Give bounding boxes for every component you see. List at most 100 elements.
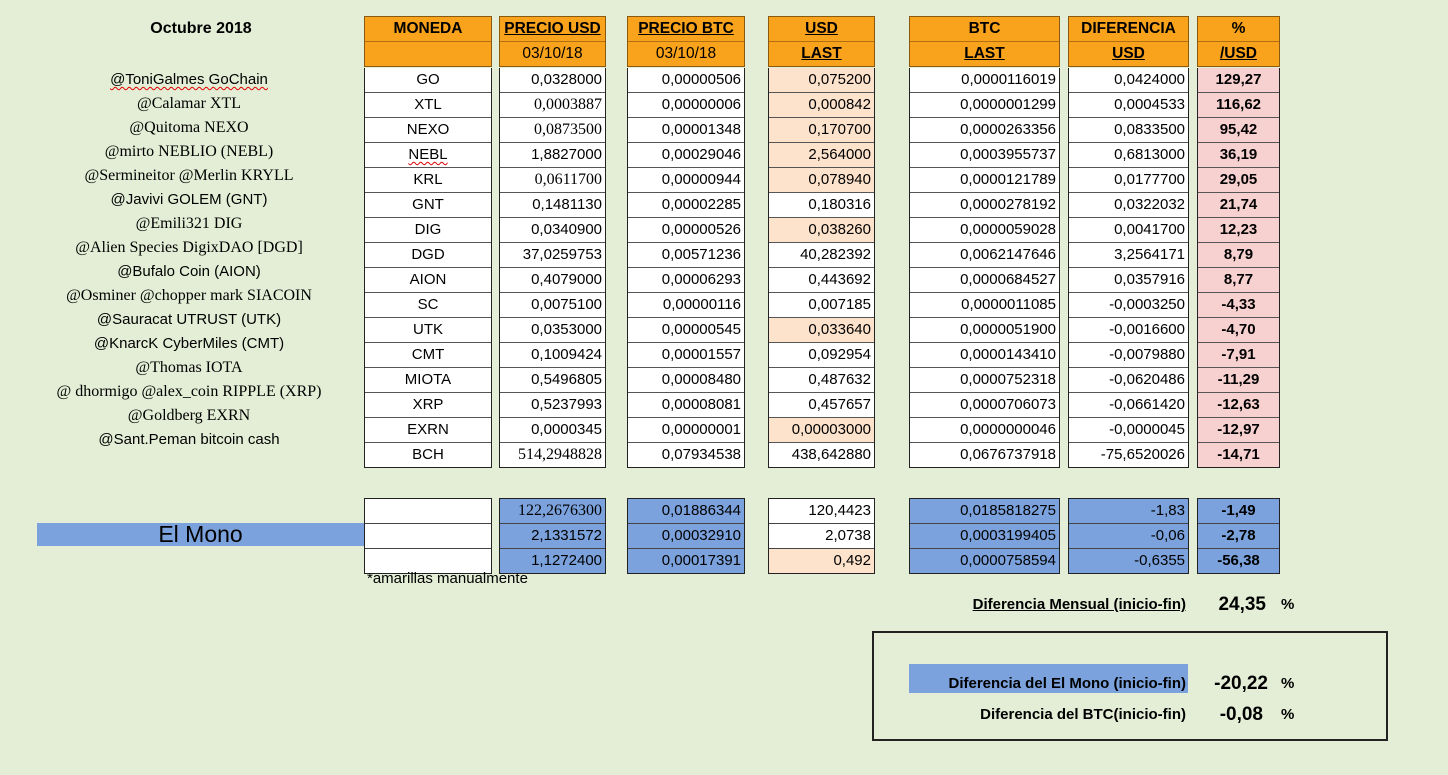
- mono-cell-usd_last: 0,492: [769, 549, 874, 573]
- cell-pct: 21,74: [1198, 193, 1279, 218]
- mono-label: El Mono: [158, 521, 243, 547]
- column-coin: GO XTL NEXO NEBL KRL GNT DIG DGD AION SC UTK CMT MIO…: [364, 68, 492, 468]
- cell-dif_usd: -0,0079880: [1069, 343, 1188, 368]
- cell-btc_last: 0,0062147646: [910, 243, 1059, 268]
- mono-cell-pct: -1,49: [1198, 499, 1279, 524]
- cell-precio_usd: 0,0328000: [500, 68, 605, 93]
- column-header-subtitle: [365, 41, 491, 66]
- cell-btc_last: 0,0000121789: [910, 168, 1059, 193]
- cell-pct: 8,77: [1198, 268, 1279, 293]
- cell-btc_last: 0,0000684527: [910, 268, 1059, 293]
- column-dif_usd: 0,0424000 0,0004533 0,0833500 0,6813000 0,01…: [1068, 68, 1189, 468]
- cell-precio_btc: 0,00571236: [628, 243, 744, 268]
- mono-diff-label: Diferencia del El Mono (inicio-fin): [948, 675, 1186, 692]
- column-header-title: BTC: [968, 20, 1001, 37]
- cell-precio_btc: 0,00000944: [628, 168, 744, 193]
- mono-cell-btc_last: 0,0185818275: [910, 499, 1059, 524]
- column-header-pct: % /USD: [1197, 16, 1280, 67]
- cell-pct: -4,70: [1198, 318, 1279, 343]
- owner-label: @Calamar XTL: [14, 92, 364, 116]
- mono-cell-usd_last: 2,0738: [769, 524, 874, 549]
- sheet-title: Octubre 2018: [150, 20, 252, 37]
- column-header-title: DIFERENCIA: [1081, 20, 1176, 37]
- cell-precio_btc: 0,00000116: [628, 293, 744, 318]
- cell-precio_usd: 0,5237993: [500, 393, 605, 418]
- mono-cell-usd_last: 120,4423: [769, 499, 874, 524]
- mono-cell-coin: [365, 499, 491, 524]
- column-header-title: USD: [805, 20, 838, 37]
- owner-name: @Sauracat UTRUST (UTK): [96, 311, 282, 328]
- cell-coin: XRP: [365, 393, 491, 418]
- cell-dif_usd: -0,0620486: [1069, 368, 1188, 393]
- owner-name: @Goldberg EXRN: [127, 407, 251, 424]
- cell-usd_last: 0,033640: [769, 318, 874, 343]
- mono-cell-precio_btc: 0,00017391: [628, 549, 744, 573]
- cell-btc_last: 0,0000143410: [910, 343, 1059, 368]
- owner-name: @Thomas IOTA: [135, 359, 243, 376]
- owner-name: @Sermineitor @Merlin KRYLL: [84, 167, 294, 184]
- mono-diff-value: -20,22: [1214, 673, 1268, 694]
- mono-column-usd_last: 120,4423 2,0738 0,492: [768, 498, 875, 574]
- cell-precio_btc: 0,00008480: [628, 368, 744, 393]
- cell-usd_last: 0,00003000: [769, 418, 874, 443]
- column-header-usd_last: USD LAST: [768, 16, 875, 67]
- cell-coin: NEBL: [365, 143, 491, 168]
- cell-coin: XTL: [365, 93, 491, 118]
- mono-label-bar: El Mono: [37, 521, 364, 547]
- mono-column-pct: -1,49 -2,78 -56,38: [1197, 498, 1280, 574]
- cell-precio_btc: 0,00002285: [628, 193, 744, 218]
- cell-coin: CMT: [365, 343, 491, 368]
- column-btc_last: 0,0000116019 0,0000001299 0,0000263356 0,00…: [909, 68, 1060, 468]
- manual-note: *amarillas manualmente: [367, 570, 528, 587]
- cell-coin: MIOTA: [365, 368, 491, 393]
- cell-pct: -4,33: [1198, 293, 1279, 318]
- owner-label: @Quitoma NEXO: [14, 116, 364, 140]
- cell-btc_last: 0,0003955737: [910, 143, 1059, 168]
- column-header-title: MONEDA: [393, 20, 463, 37]
- column-header-subtitle: 03/10/18: [500, 41, 605, 66]
- cell-dif_usd: 0,0357916: [1069, 268, 1188, 293]
- mono-column-precio_btc: 0,01886344 0,00032910 0,00017391: [627, 498, 745, 574]
- cell-coin: SC: [365, 293, 491, 318]
- mono-cell-pct: -2,78: [1198, 524, 1279, 549]
- cell-precio_usd: 0,4079000: [500, 268, 605, 293]
- owner-name: @Emili321 DIG: [135, 215, 243, 232]
- mono-cell-dif_usd: -0,6355: [1069, 549, 1188, 573]
- cell-btc_last: 0,0000000046: [910, 418, 1059, 443]
- cell-usd_last: 438,642880: [791, 446, 871, 463]
- monthly-diff-value: 24,35: [1218, 594, 1266, 615]
- owner-name: @Javivi GOLEM (GNT): [110, 191, 268, 208]
- column-header-precio_btc: PRECIO BTC 03/10/18: [627, 16, 745, 67]
- cell-usd_last: 40,282392: [769, 243, 874, 268]
- column-header-title: PRECIO USD: [504, 20, 601, 37]
- cell-usd_last: 0,007185: [769, 293, 874, 318]
- column-header-title: PRECIO BTC: [638, 20, 734, 37]
- cell-dif_usd: 0,0041700: [1069, 218, 1188, 243]
- mono-column-precio_usd: 122,2676300 2,1331572 1,1272400: [499, 498, 606, 574]
- cell-precio_btc: 0,07934538: [661, 446, 741, 463]
- btc-diff-label: Diferencia del BTC(inicio-fin): [980, 706, 1186, 723]
- cell-pct: -12,63: [1198, 393, 1279, 418]
- cell-btc_last: 0,0000011085: [910, 293, 1059, 318]
- cell-pct: 129,27: [1198, 68, 1279, 93]
- cell-pct: 29,05: [1198, 168, 1279, 193]
- owner-name: @ dhormigo @alex_coin RIPPLE (XRP): [56, 383, 322, 400]
- cell-coin: BCH: [412, 446, 444, 463]
- cell-dif_usd: -0,0661420: [1069, 393, 1188, 418]
- cell-btc_last: 0,0000001299: [910, 93, 1059, 118]
- cell-usd_last: 0,038260: [769, 218, 874, 243]
- mono-diff-pct: %: [1281, 675, 1295, 692]
- owner-label: @mirto NEBLIO (NEBL): [14, 140, 364, 164]
- mono-cell-precio_btc: 0,01886344: [628, 499, 744, 524]
- cell-pct: -7,91: [1198, 343, 1279, 368]
- cell-precio_usd: 0,5496805: [500, 368, 605, 393]
- cell-pct: 116,62: [1198, 93, 1279, 118]
- cell-precio_usd: 0,1009424: [500, 343, 605, 368]
- cell-precio_usd: 37,0259753: [500, 243, 605, 268]
- owner-name: @Osminer @chopper mark SIACOIN: [66, 287, 312, 304]
- cell-usd_last: 2,564000: [769, 143, 874, 168]
- cell-pct: -14,71: [1198, 443, 1279, 467]
- cell-precio_usd: 0,0000345: [500, 418, 605, 443]
- cell-btc_last: 0,0000752318: [910, 368, 1059, 393]
- column-header-subtitle: USD: [1069, 41, 1188, 66]
